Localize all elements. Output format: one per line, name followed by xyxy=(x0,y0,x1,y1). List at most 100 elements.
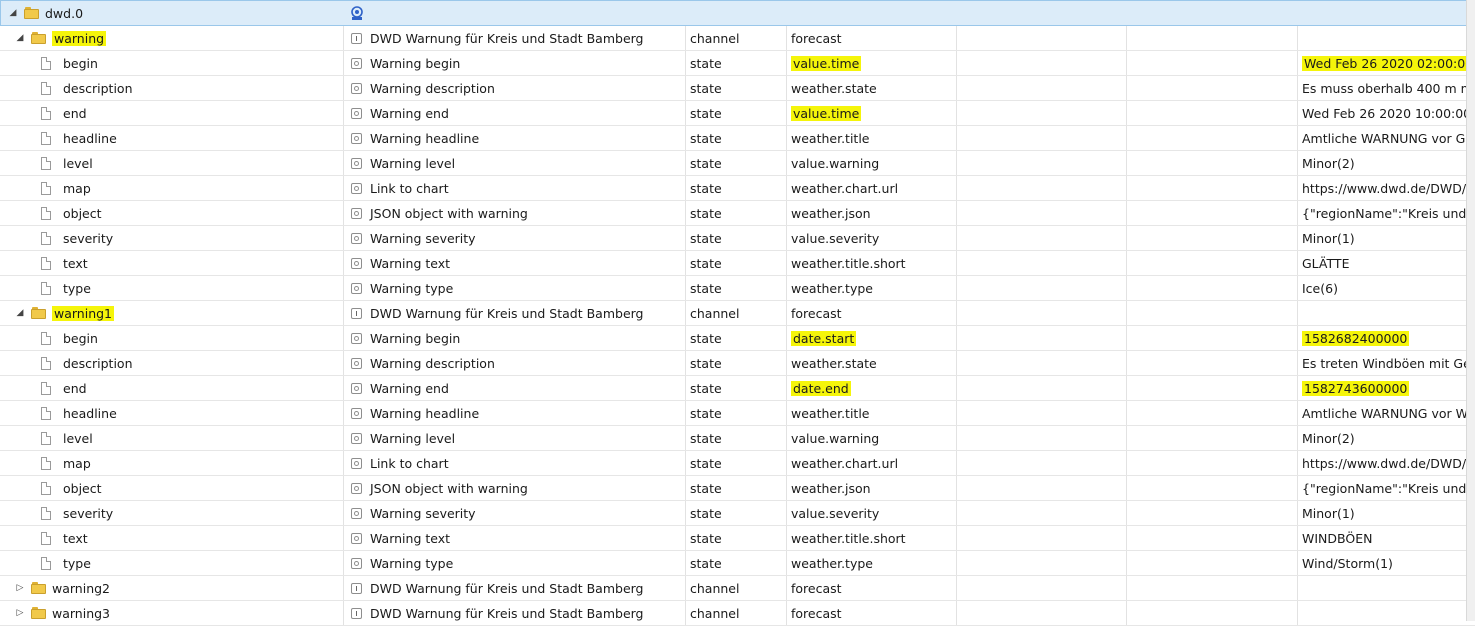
state-type-icon xyxy=(351,57,362,69)
row-role: value.time xyxy=(791,55,862,71)
row-function xyxy=(1126,476,1297,500)
row-function xyxy=(1126,176,1297,200)
row-description: DWD Warnung für Kreis und Stadt Bamberg xyxy=(370,580,644,596)
expand-triangle-icon[interactable]: ▷ xyxy=(15,608,25,618)
tree-row-state[interactable]: begin Warning begin state date.start 1582682… xyxy=(0,326,1475,351)
row-type: channel xyxy=(690,580,740,596)
row-type: state xyxy=(690,130,722,146)
state-type-icon xyxy=(351,82,362,94)
tree-row-folder[interactable]: ◢ warning DWD Warnung für Kreis und Stadt … xyxy=(0,26,1475,51)
root-name: dwd.0 xyxy=(45,5,84,21)
row-type: state xyxy=(690,430,722,446)
folder-icon xyxy=(31,582,46,594)
collapse-triangle-icon[interactable]: ◢ xyxy=(15,33,25,43)
row-type: channel xyxy=(690,605,740,621)
row-description: DWD Warnung für Kreis und Stadt Bamberg xyxy=(370,30,644,46)
file-icon xyxy=(41,81,51,95)
file-icon xyxy=(41,381,51,395)
tree-row-folder[interactable]: ◢ warning1 DWD Warnung für Kreis und Stadt… xyxy=(0,301,1475,326)
tree-row-state[interactable]: text Warning text state weather.title.short… xyxy=(0,251,1475,276)
row-function xyxy=(1126,201,1297,225)
row-room xyxy=(956,376,1126,400)
row-description: Warning severity xyxy=(370,505,476,521)
folder-icon xyxy=(31,607,46,619)
row-room xyxy=(956,201,1126,225)
state-type-icon xyxy=(351,507,362,519)
tree-row-state[interactable]: end Warning end state value.time Wed Feb 26 … xyxy=(0,101,1475,126)
tree-row-state[interactable]: map Link to chart state weather.chart.url ht… xyxy=(0,451,1475,476)
row-role: date.end xyxy=(791,380,851,396)
tree-row-state[interactable]: description Warning description state weath… xyxy=(0,351,1475,376)
row-function xyxy=(1126,126,1297,150)
row-room xyxy=(956,151,1126,175)
row-room xyxy=(956,126,1126,150)
tree-row-state[interactable]: type Warning type state weather.type Wind/St… xyxy=(0,551,1475,576)
state-type-icon xyxy=(351,257,362,269)
tree-row-state[interactable]: headline Warning headline state weather.tit… xyxy=(0,401,1475,426)
row-room xyxy=(956,401,1126,425)
row-type: state xyxy=(690,105,722,121)
row-name: warning xyxy=(52,30,107,46)
tree-row-state[interactable]: headline Warning headline state weather.tit… xyxy=(0,126,1475,151)
row-type: state xyxy=(690,205,722,221)
row-value: 1582743600000 xyxy=(1302,380,1410,396)
row-type: state xyxy=(690,555,722,571)
row-room xyxy=(956,301,1126,325)
row-role: weather.json xyxy=(791,205,871,221)
expand-triangle-icon[interactable]: ▷ xyxy=(15,583,25,593)
tree-row-state[interactable]: map Link to chart state weather.chart.url ht… xyxy=(0,176,1475,201)
file-icon xyxy=(41,106,51,120)
row-room xyxy=(956,326,1126,350)
tree-row-state[interactable]: text Warning text state weather.title.short… xyxy=(0,526,1475,551)
row-room xyxy=(956,226,1126,250)
adapter-dwd-icon xyxy=(351,6,363,20)
row-value: https://www.dwd.de/DWD/wetter xyxy=(1302,455,1467,471)
file-icon xyxy=(41,56,51,70)
row-name: level xyxy=(63,155,93,171)
row-room xyxy=(956,526,1126,550)
row-role: value.severity xyxy=(791,505,880,521)
tree-row-state[interactable]: type Warning type state weather.type Ice(6) xyxy=(0,276,1475,301)
row-name: description xyxy=(63,80,133,96)
row-room xyxy=(956,101,1126,125)
row-description: JSON object with warning xyxy=(370,480,528,496)
collapse-triangle-icon[interactable]: ◢ xyxy=(8,8,18,18)
tree-row-state[interactable]: level Warning level state value.warning Mino… xyxy=(0,151,1475,176)
row-value: Minor(1) xyxy=(1302,505,1355,521)
tree-row-state[interactable]: begin Warning begin state value.time Wed Feb… xyxy=(0,51,1475,76)
row-description: Warning end xyxy=(370,105,449,121)
tree-row-state[interactable]: level Warning level state value.warning Mino… xyxy=(0,426,1475,451)
tree-row-state[interactable]: description Warning description state weath… xyxy=(0,76,1475,101)
tree-row-state[interactable]: end Warning end state date.end 1582743600000 xyxy=(0,376,1475,401)
tree-row-state[interactable]: object JSON object with warning state weath… xyxy=(0,476,1475,501)
row-name: begin xyxy=(63,330,98,346)
row-name: end xyxy=(63,380,87,396)
collapse-triangle-icon[interactable]: ◢ xyxy=(15,308,25,318)
row-function xyxy=(1126,326,1297,350)
tree-row-folder[interactable]: ▷ warning2 DWD Warnung für Kreis und Stadt… xyxy=(0,576,1475,601)
tree-row-state[interactable]: severity Warning severity state value.sever… xyxy=(0,226,1475,251)
row-function xyxy=(1126,551,1297,575)
row-value: Amtliche WARNUNG vor GLÄTTE xyxy=(1302,130,1467,146)
file-icon xyxy=(41,456,51,470)
row-role: forecast xyxy=(791,605,842,621)
row-description: Warning description xyxy=(370,80,495,96)
row-value: Es treten Windböen mit Gesch xyxy=(1302,355,1467,371)
tree-row-folder[interactable]: ▷ warning3 DWD Warnung für Kreis und Stadt… xyxy=(0,601,1475,626)
row-function xyxy=(1126,76,1297,100)
row-value: Es muss oberhalb 400 m mit xyxy=(1302,80,1467,96)
vertical-scrollbar[interactable] xyxy=(1466,0,1475,621)
tree-row-state[interactable]: severity Warning severity state value.sever… xyxy=(0,501,1475,526)
row-room xyxy=(956,576,1126,600)
file-icon xyxy=(41,231,51,245)
state-type-icon xyxy=(351,457,362,469)
tree-row-state[interactable]: object JSON object with warning state weath… xyxy=(0,201,1475,226)
state-type-icon xyxy=(351,207,362,219)
file-icon xyxy=(41,156,51,170)
row-description: Warning type xyxy=(370,280,454,296)
row-role: date.start xyxy=(791,330,857,346)
tree-root-row[interactable]: ◢ dwd.0 xyxy=(0,0,1475,26)
file-icon xyxy=(41,356,51,370)
row-value: Wind/Storm(1) xyxy=(1302,555,1393,571)
state-type-icon xyxy=(351,132,362,144)
